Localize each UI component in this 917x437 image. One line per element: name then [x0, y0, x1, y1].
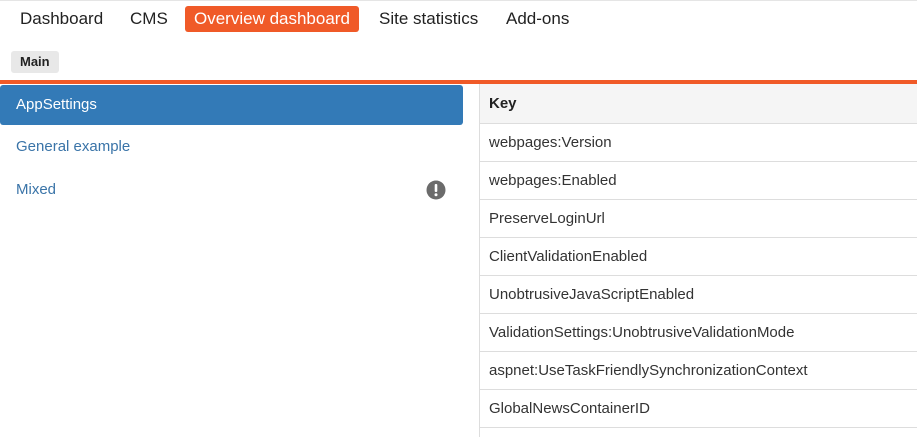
sidebar-item-mixed[interactable]: Mixed: [0, 170, 463, 210]
nav-add-ons[interactable]: Add-ons: [497, 6, 578, 32]
table-row[interactable]: ClientValidationEnabled: [480, 238, 917, 276]
sidebar-item-label: General example: [16, 138, 131, 155]
top-navigation: Dashboard CMS Overview dashboard Site st…: [0, 0, 917, 40]
table-row[interactable]: ValidationSettings:UnobtrusiveValidation…: [480, 314, 917, 352]
nav-overview-dashboard[interactable]: Overview dashboard: [185, 6, 359, 32]
warning-icon: [426, 180, 446, 200]
tab-main[interactable]: Main: [11, 51, 59, 73]
settings-table: Key webpages:Version webpages:Enabled Pr…: [479, 84, 917, 437]
nav-cms[interactable]: CMS: [121, 6, 177, 32]
column-header-key[interactable]: Key: [480, 84, 917, 124]
table-row[interactable]: GlobalNewsContainerID: [480, 390, 917, 428]
nav-site-statistics[interactable]: Site statistics: [370, 6, 487, 32]
sidebar-item-label: AppSettings: [16, 96, 97, 113]
sidebar: AppSettings General example Mixed: [0, 84, 466, 437]
sidebar-item-appsettings[interactable]: AppSettings: [0, 85, 463, 125]
sub-navigation: Main: [0, 40, 917, 80]
table-row[interactable]: UnobtrusiveJavaScriptEnabled: [480, 276, 917, 314]
sidebar-item-label: Mixed: [16, 181, 57, 198]
table-row[interactable]: webpages:Version: [480, 124, 917, 162]
nav-dashboard[interactable]: Dashboard: [11, 6, 112, 32]
table-row[interactable]: webpages:Enabled: [480, 162, 917, 200]
sidebar-item-general-example[interactable]: General example: [0, 127, 463, 167]
table-row[interactable]: aspnet:UseTaskFriendlySynchronizationCon…: [480, 352, 917, 390]
table-row[interactable]: PreserveLoginUrl: [480, 200, 917, 238]
